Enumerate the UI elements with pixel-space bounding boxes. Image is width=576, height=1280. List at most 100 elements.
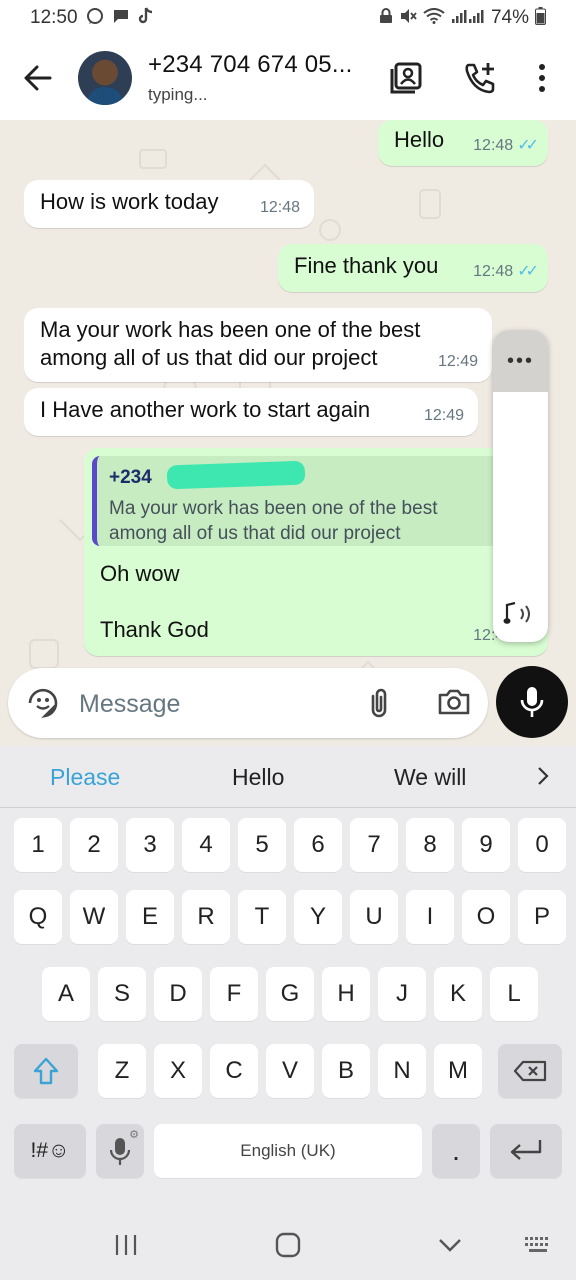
status-time: 12:50 [30,7,78,28]
key-0[interactable]: 0 [518,818,566,872]
recents-button[interactable] [106,1228,146,1262]
quoted-text: Ma your work has been one of the best am… [109,496,528,546]
key-h[interactable]: H [322,967,370,1021]
key-3[interactable]: 3 [126,818,174,872]
voice-message-button[interactable] [496,666,568,738]
suggestion-item[interactable]: Hello [232,764,284,791]
composer: Message [0,660,576,746]
more-options-button[interactable] [522,58,562,98]
key-z[interactable]: Z [98,1044,146,1098]
status-bar: 12:50 74% [0,0,576,36]
home-button[interactable] [268,1228,308,1262]
double-check-icon: ✓✓ [517,137,539,154]
key-o[interactable]: O [462,890,510,944]
key-q[interactable]: Q [14,890,62,944]
add-call-button[interactable] [460,58,500,98]
recents-icon [115,1235,137,1255]
quoted-text-line: among all of us that did our project [109,523,401,544]
enter-key[interactable] [490,1124,562,1178]
key-7[interactable]: 7 [350,818,398,872]
key-m[interactable]: M [434,1044,482,1098]
key-8[interactable]: 8 [406,818,454,872]
redaction-mark [166,460,306,490]
key-1[interactable]: 1 [14,818,62,872]
space-key[interactable]: English (UK) [154,1124,422,1178]
key-i[interactable]: I [406,890,454,944]
suggestion-item[interactable]: Please [50,764,120,791]
back-button[interactable] [18,58,58,98]
audio-wave-icon[interactable] [503,601,537,632]
phone-plus-icon [465,63,495,94]
key-k[interactable]: K [434,967,482,1021]
contact-avatar[interactable] [78,51,132,105]
key-u[interactable]: U [350,890,398,944]
home-icon [275,1232,301,1258]
quoted-text-line: Ma your work has been one of the best [109,498,438,519]
key-l[interactable]: L [490,967,538,1021]
key-j[interactable]: J [378,967,426,1021]
keyboard-switch-button[interactable] [518,1228,558,1262]
key-r[interactable]: R [182,890,230,944]
suggestion-bar: Please Hello We will [0,746,576,808]
message-outgoing[interactable]: Fine thank you 12:48 ✓✓ [278,244,548,292]
key-e[interactable]: E [126,890,174,944]
key-c[interactable]: C [210,1044,258,1098]
key-t[interactable]: T [238,890,286,944]
key-d[interactable]: D [154,967,202,1021]
microphone-icon [109,1138,131,1165]
key-f[interactable]: F [210,967,258,1021]
contact-info[interactable]: +234 704 674 05... typing... [148,51,352,105]
key-p[interactable]: P [518,890,566,944]
chevron-right-icon[interactable] [536,766,550,791]
backspace-key[interactable] [498,1044,562,1098]
key-6[interactable]: 6 [294,818,342,872]
period-key[interactable]: . [432,1124,480,1178]
shift-key[interactable] [14,1044,78,1098]
message-time: 12:48 [473,137,514,154]
soft-keyboard: Please Hello We will 1234567890 QWERTYUI… [0,746,576,1208]
key-b[interactable]: B [322,1044,370,1098]
key-2[interactable]: 2 [70,818,118,872]
key-w[interactable]: W [70,890,118,944]
floating-panel[interactable]: ••• [493,330,548,642]
key-v[interactable]: V [266,1044,314,1098]
key-s[interactable]: S [98,967,146,1021]
lock-icon [379,8,393,28]
more-horizontal-icon[interactable]: ••• [493,330,548,392]
key-4[interactable]: 4 [182,818,230,872]
key-5[interactable]: 5 [238,818,286,872]
mute-icon [399,8,417,28]
camera-icon[interactable] [438,688,470,721]
message-text-line: Thank God [100,617,209,642]
sticker-icon[interactable] [26,686,60,725]
message-text-line: among all of us that did our project [40,345,378,370]
key-n[interactable]: N [378,1044,426,1098]
message-meta: 12:48 [260,194,300,222]
suggestion-item[interactable]: We will [394,764,466,791]
contact-card-icon [390,62,422,94]
key-9[interactable]: 9 [462,818,510,872]
message-placeholder: Message [79,690,181,718]
message-incoming[interactable]: I Have another work to start again 12:49 [24,388,478,436]
tiktok-notification-icon [138,7,154,29]
message-text: Hello [394,127,445,152]
key-a[interactable]: A [42,967,90,1021]
message-input[interactable]: Message [8,668,488,738]
more-vertical-icon [539,64,545,92]
symbols-key[interactable]: !#☺ [14,1124,86,1178]
message-incoming[interactable]: How is work today 12:48 [24,180,314,228]
attach-icon[interactable] [367,686,391,725]
hide-keyboard-button[interactable] [430,1228,470,1262]
message-outgoing-reply[interactable]: +234 Ma your work has been one of the be… [84,448,548,656]
message-outgoing[interactable]: Hello 12:48 ✓✓ [378,120,548,166]
enter-icon [510,1140,542,1160]
key-g[interactable]: G [266,967,314,1021]
voice-input-key[interactable]: ⚙ [96,1124,144,1178]
video-call-button[interactable] [386,58,426,98]
message-meta: 12:48 ✓✓ [473,258,539,286]
quoted-message[interactable]: +234 Ma your work has been one of the be… [92,456,540,546]
key-x[interactable]: X [154,1044,202,1098]
key-y[interactable]: Y [294,890,342,944]
chat-area[interactable]: Hello 12:48 ✓✓ How is work today 12:48 F… [0,120,576,746]
message-incoming[interactable]: Ma your work has been one of the best am… [24,308,492,382]
